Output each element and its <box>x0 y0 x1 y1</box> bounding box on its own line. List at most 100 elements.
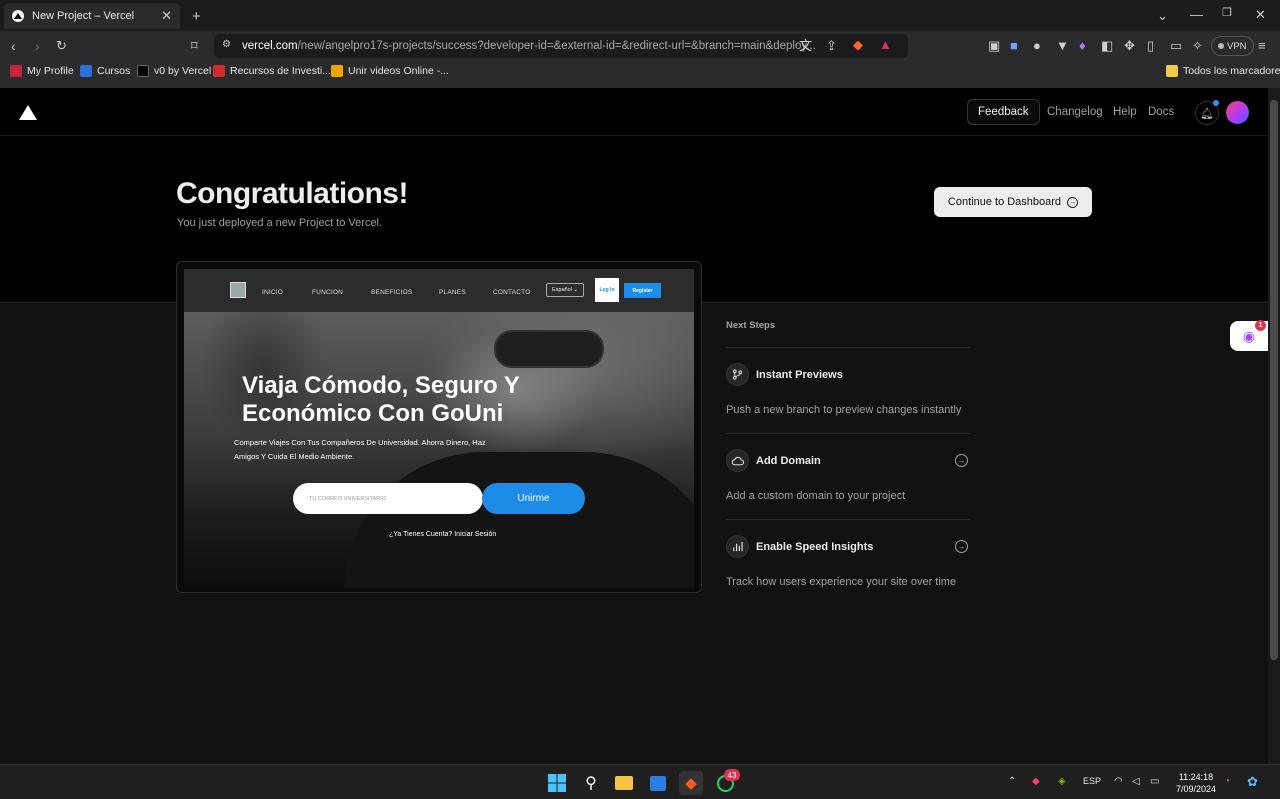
help-link[interactable]: Help <box>1113 106 1137 118</box>
close-tab-icon[interactable]: ✕ <box>161 8 172 24</box>
preview-headline: Viaja Cómodo, Seguro Y Económico Con GoU… <box>242 372 520 427</box>
bookmark-icon[interactable]: ⌑ <box>191 39 198 52</box>
tab-title: New Project – Vercel <box>32 10 135 22</box>
close-window-icon[interactable]: ✕ <box>1255 8 1266 21</box>
top-navigation: Feedback Changelog Help Docs 🔔︎ <box>0 88 1268 136</box>
preview-login-button: Log In <box>595 278 619 302</box>
volume-icon[interactable]: ◁ <box>1132 776 1140 787</box>
reload-icon[interactable]: ↻ <box>56 39 67 52</box>
whatsapp-badge: 43 <box>724 769 740 781</box>
continue-to-dashboard-button[interactable]: Continue to Dashboard → <box>934 187 1092 217</box>
bookmark-favicon-icon <box>213 65 225 77</box>
notification-dot <box>1213 100 1219 106</box>
battery-icon[interactable]: ▭ <box>1150 776 1159 787</box>
brave-shields-icon[interactable]: ◆ <box>853 38 863 51</box>
next-steps-title: Next Steps <box>726 320 776 331</box>
site-info-icon[interactable]: ⚙ <box>222 40 231 50</box>
bookmark-favicon-icon <box>331 65 343 77</box>
changelog-link[interactable]: Changelog <box>1047 106 1103 118</box>
page-title: Congratulations! <box>176 177 409 210</box>
browser-tab[interactable]: New Project – Vercel ✕ <box>4 3 180 29</box>
puzzle-icon[interactable]: ✥ <box>1124 39 1135 52</box>
preview-car-dashboard <box>344 452 694 588</box>
all-bookmarks-folder[interactable]: Todos los marcadores <box>1166 65 1280 77</box>
vpn-icon <box>1218 43 1224 49</box>
extension-icon[interactable]: ▼ <box>1056 39 1069 52</box>
leo-icon[interactable]: ✧ <box>1192 39 1203 52</box>
url-host: vercel.com <box>242 40 298 52</box>
scrollbar-thumb[interactable] <box>1270 100 1278 660</box>
bookmark-favicon-icon <box>137 65 149 77</box>
translate-icon[interactable]: 文 <box>799 39 812 52</box>
vpn-button[interactable]: VPN <box>1211 36 1254 56</box>
preview-navbar: INICIO FUNCION BENEFICIOS PLANES CONTACT… <box>184 269 694 312</box>
vercel-logo-icon[interactable] <box>19 105 37 120</box>
extension-icon[interactable]: ♦ <box>1079 39 1086 52</box>
brave-browser-icon[interactable]: ◆ <box>679 771 703 795</box>
docs-link[interactable]: Docs <box>1148 106 1174 118</box>
microsoft-store-icon[interactable] <box>646 771 670 795</box>
menu-icon[interactable]: ≡ <box>1258 39 1266 52</box>
feedback-button[interactable]: Feedback <box>967 99 1040 125</box>
new-tab-button[interactable]: + <box>192 9 201 24</box>
bookmark-favicon-icon <box>80 65 92 77</box>
bookmark-item[interactable]: Cursos <box>80 65 130 77</box>
user-avatar[interactable] <box>1226 101 1249 124</box>
preview-description: Comparte Viajes Con Tus Compañeros De Un… <box>234 438 486 461</box>
search-icon[interactable]: ⚲ <box>579 771 603 795</box>
forward-icon[interactable]: › <box>35 39 40 53</box>
nvidia-icon[interactable]: ◈ <box>1058 776 1066 787</box>
folder-icon <box>1166 65 1178 77</box>
instant-previews-label: Instant Previews <box>756 369 843 381</box>
vercel-favicon-icon <box>12 10 24 22</box>
add-domain-label[interactable]: Add Domain <box>756 455 821 467</box>
preview-email-input: TU CORREO UNIVERSITARIO <box>293 483 483 514</box>
windows-start-icon[interactable] <box>545 771 569 795</box>
git-branch-icon <box>726 363 749 386</box>
maximize-icon[interactable]: ❐ <box>1222 8 1232 19</box>
bookmark-item[interactable]: Unir videos Online -... <box>331 65 449 77</box>
extension-icon[interactable]: ◧ <box>1101 39 1113 52</box>
deployment-preview[interactable]: INICIO FUNCION BENEFICIOS PLANES CONTACT… <box>176 261 702 593</box>
extension-icon[interactable]: ■ <box>1010 39 1018 52</box>
wallet-icon[interactable]: ▭ <box>1170 39 1182 52</box>
preview-nav-link: CONTACTO <box>493 289 531 296</box>
url-path: /new/angelpro17s-projects/success?develo… <box>297 40 816 52</box>
file-explorer-icon[interactable] <box>612 771 636 795</box>
bookmark-item[interactable]: v0 by Vercel <box>137 65 211 77</box>
arrow-right-circle-icon[interactable]: → <box>955 540 968 553</box>
divider <box>726 347 970 348</box>
minimize-icon[interactable]: — <box>1190 8 1203 21</box>
preview-nav-link: PLANES <box>439 289 466 296</box>
speed-insights-description: Track how users experience your site ove… <box>726 576 957 588</box>
address-row: ‹ › ↻ ⌑ ⚙ vercel.com/new/angelpro17s-pro… <box>0 31 1280 61</box>
browser-tab-bar: New Project – Vercel ✕ + ⌄ — ❐ ✕ <box>0 0 1280 31</box>
extension-icon[interactable]: ▣ <box>988 39 1000 52</box>
arrow-right-circle-icon[interactable]: → <box>955 454 968 467</box>
preview-nav-link: BENEFICIOS <box>371 289 413 296</box>
language-indicator[interactable]: ESP <box>1083 776 1101 786</box>
page-subtitle: You just deployed a new Project to Verce… <box>177 217 383 229</box>
bar-chart-icon <box>726 535 749 558</box>
system-clock[interactable]: 11:24:18 7/09/2024 <box>1170 771 1222 795</box>
bookmark-item[interactable]: My Profile <box>10 65 74 77</box>
wifi-icon[interactable]: ◠ <box>1114 776 1123 787</box>
tray-app-icon[interactable]: ◆ <box>1032 776 1040 787</box>
bookmark-favicon-icon <box>10 65 22 77</box>
share-icon[interactable]: ⇪ <box>826 39 837 52</box>
sidebar-icon[interactable]: ▯ <box>1147 39 1154 52</box>
notification-bell-icon[interactable]: ◔ <box>1224 776 1230 787</box>
divider <box>726 433 970 434</box>
brave-rewards-icon[interactable]: ▲ <box>879 38 892 51</box>
preview-join-button: Unirme <box>482 483 585 514</box>
instant-previews-description: Push a new branch to preview changes ins… <box>726 404 962 416</box>
speed-insights-label[interactable]: Enable Speed Insights <box>756 541 873 553</box>
windows-taskbar: ⚲ ◆ 43 ⌃ ◆ ◈ ESP ◠ ◁ ▭ 11:24:18 7/09/202… <box>0 764 1280 799</box>
bookmark-item[interactable]: Recursos de Investi... <box>213 65 331 77</box>
copilot-icon[interactable]: ✿ <box>1247 774 1258 790</box>
chevron-up-icon[interactable]: ⌃ <box>1008 776 1016 787</box>
extension-icon[interactable]: ● <box>1033 39 1041 52</box>
tab-search-icon[interactable]: ⌄ <box>1157 9 1168 22</box>
back-icon[interactable]: ‹ <box>11 39 16 53</box>
preview-hero-image: Viaja Cómodo, Seguro Y Económico Con GoU… <box>184 312 694 588</box>
